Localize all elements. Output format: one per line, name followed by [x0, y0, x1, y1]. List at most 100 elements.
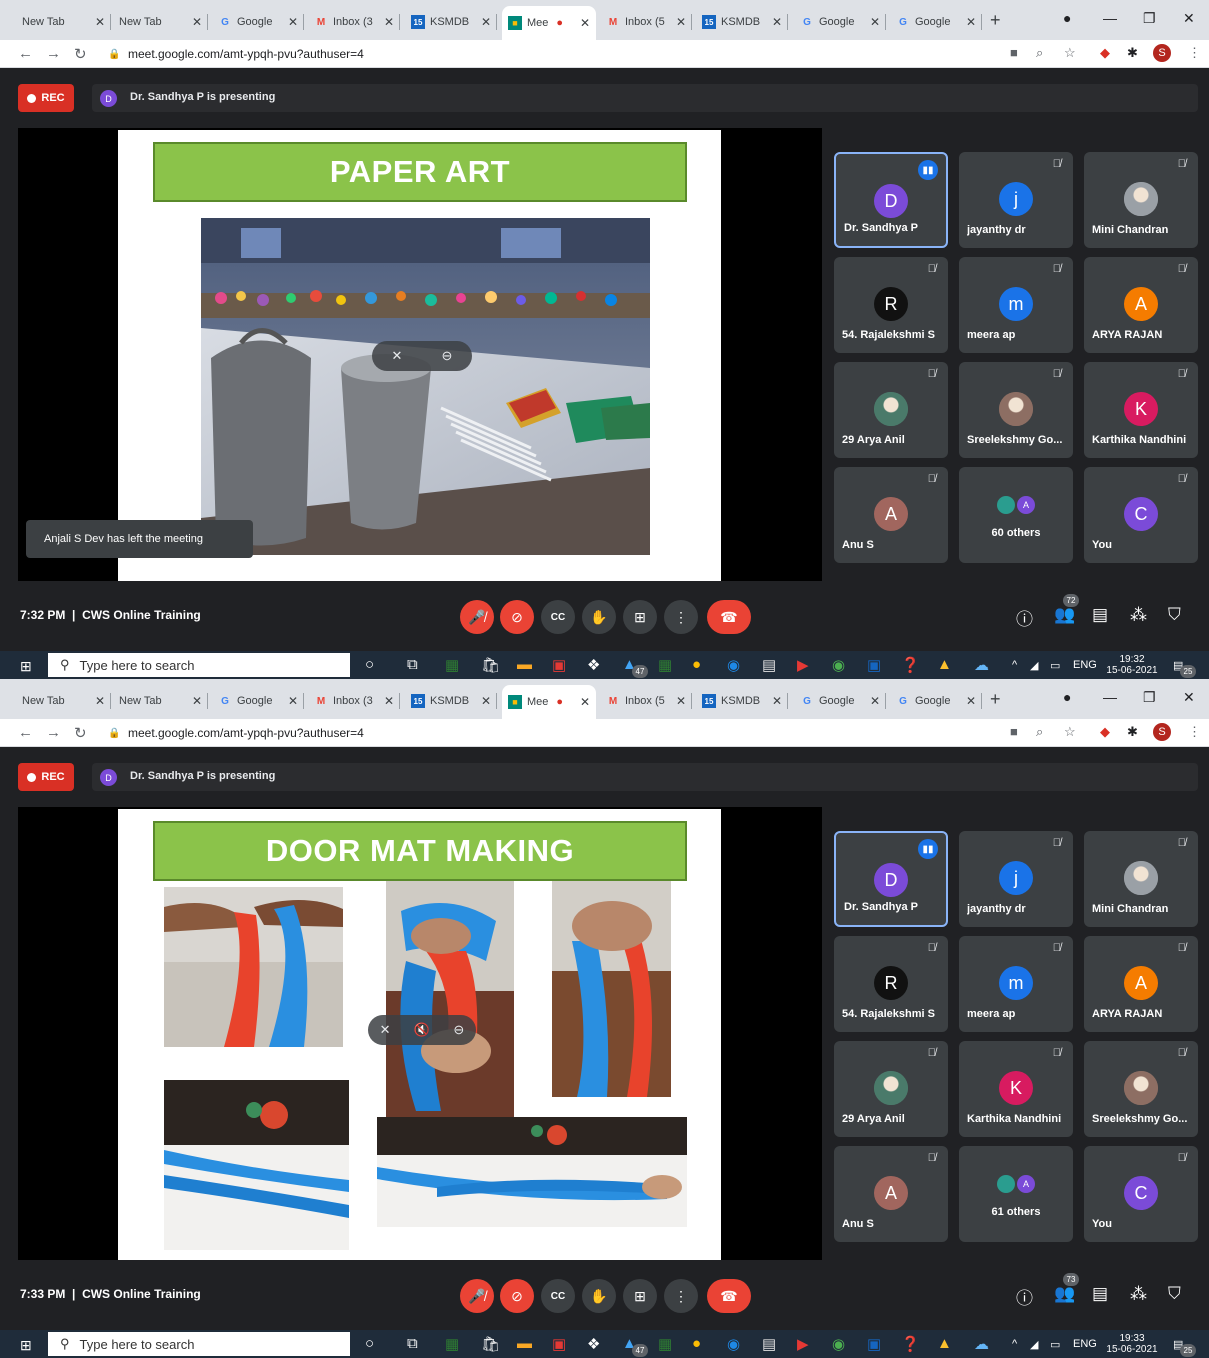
participant-tile[interactable]: ▮▮ D Dr. Sandhya P — [834, 831, 948, 927]
participant-tile[interactable]: 🎙̸ m meera ap — [959, 257, 1073, 353]
youtube-icon[interactable]: ▶ — [797, 1335, 809, 1353]
participant-tile[interactable]: 🎙̸ K Karthika Nandhini — [1084, 362, 1198, 458]
cortana-icon[interactable]: ○ — [365, 1335, 374, 1352]
excel-icon[interactable]: ▦ — [445, 656, 459, 674]
more-options-button[interactable]: ⋮ — [664, 600, 698, 634]
zoom-icon[interactable]: ⌕ — [1036, 45, 1043, 61]
taskbar-search-box[interactable]: ⚲ Type here to search — [48, 1332, 350, 1356]
browser-tab[interactable]: G Google ✕ — [212, 687, 304, 715]
dropbox-icon[interactable]: ❖ — [587, 1335, 600, 1353]
calculator-icon[interactable]: ▤ — [762, 656, 776, 674]
close-icon[interactable]: ✕ — [192, 694, 202, 708]
participant-tile[interactable]: 🎙̸ K Karthika Nandhini — [959, 1041, 1073, 1137]
pin-icon[interactable]: ✕ — [392, 348, 403, 364]
participant-tile[interactable]: 🎙̸ A Anu S — [834, 1146, 948, 1242]
camera-toggle-button[interactable]: ⊘ — [500, 600, 534, 634]
forward-icon[interactable]: → — [46, 45, 61, 62]
browser-tab[interactable]: G Google ✕ — [890, 8, 982, 36]
pin-icon[interactable]: ✕ — [380, 1022, 391, 1038]
youtube-icon[interactable]: ▶ — [797, 656, 809, 674]
close-icon[interactable]: ✕ — [966, 694, 976, 708]
browser-tab[interactable]: G Google ✕ — [212, 8, 304, 36]
close-icon[interactable]: ✕ — [95, 15, 105, 29]
tray-chevron-icon[interactable]: ^ — [1012, 659, 1017, 671]
mic-toggle-button[interactable]: 🎤̸ — [460, 600, 494, 634]
new-tab-button[interactable]: + — [990, 689, 1001, 710]
leave-call-button[interactable]: ☎ — [707, 600, 751, 634]
present-button[interactable]: ⊞ — [623, 600, 657, 634]
participant-tile[interactable]: 🎙̸ 29 Arya Anil — [834, 1041, 948, 1137]
spreadsheet-icon[interactable]: ▦ — [658, 656, 672, 674]
close-icon[interactable]: ✕ — [580, 695, 590, 709]
puzzle-icon[interactable]: ✱ — [1127, 724, 1138, 740]
drive-icon[interactable]: ▲ — [937, 1335, 952, 1352]
browser-tab[interactable]: New Tab ✕ — [16, 8, 111, 36]
participant-tile[interactable]: 🎙̸ C You — [1084, 467, 1198, 563]
puzzle-icon[interactable]: ✱ — [1127, 45, 1138, 61]
weather-icon[interactable]: ☁ — [974, 656, 989, 674]
tab-search-icon[interactable]: ● — [1063, 10, 1071, 26]
browser-tab[interactable]: New Tab ✕ — [16, 687, 111, 715]
people-icon[interactable]: 👥 — [1054, 605, 1075, 625]
participant-tile[interactable]: 🎙̸ j jayanthy dr — [959, 152, 1073, 248]
mute-icon[interactable]: 🔇 — [414, 1022, 430, 1038]
participant-tile[interactable]: 🎙̸ Mini Chandran — [1084, 831, 1198, 927]
pin-controls[interactable]: ✕ ⊖ — [372, 341, 472, 371]
close-icon[interactable]: ✕ — [772, 694, 782, 708]
drive-icon[interactable]: ▲ — [937, 656, 952, 673]
close-icon[interactable]: ✕ — [192, 15, 202, 29]
close-window-button[interactable]: ✕ — [1183, 10, 1195, 27]
close-icon[interactable]: ✕ — [288, 694, 298, 708]
calculator-icon[interactable]: ▤ — [762, 1335, 776, 1353]
participant-tile[interactable]: 🎙̸ Sreelekshmy Go... — [959, 362, 1073, 458]
taskbar-clock[interactable]: 19:32 15-06-2021 — [1104, 654, 1160, 676]
host-controls-icon[interactable]: ⛉ — [1168, 1284, 1181, 1304]
task-view-icon[interactable]: ⧉ — [407, 1335, 418, 1352]
chrome-icon[interactable]: ◉ — [832, 656, 845, 674]
browser-tab[interactable]: New Tab ✕ — [113, 687, 208, 715]
powerpoint-icon[interactable]: ▣ — [552, 656, 566, 674]
camera-toggle-button[interactable]: ⊘ — [500, 1279, 534, 1313]
participant-tile[interactable]: 🎙̸ A ARYA RAJAN — [1084, 936, 1198, 1032]
close-icon[interactable]: ✕ — [95, 694, 105, 708]
participant-tile[interactable]: 🎙̸ Mini Chandran — [1084, 152, 1198, 248]
browser-tab[interactable]: M Inbox (3 ✕ — [308, 8, 400, 36]
language-indicator[interactable]: ENG — [1073, 659, 1097, 671]
powerpoint-icon[interactable]: ▣ — [552, 1335, 566, 1353]
close-icon[interactable]: ✕ — [384, 694, 394, 708]
close-icon[interactable]: ✕ — [580, 16, 590, 30]
captions-button[interactable]: CC — [541, 1279, 575, 1313]
participant-tile[interactable]: 🎙̸ A ARYA RAJAN — [1084, 257, 1198, 353]
cortana-icon[interactable]: ○ — [365, 656, 374, 673]
participant-tile[interactable]: 🎙̸ Sreelekshmy Go... — [1084, 1041, 1198, 1137]
close-icon[interactable]: ✕ — [676, 15, 686, 29]
back-icon[interactable]: ← — [18, 45, 33, 62]
remove-icon[interactable]: ⊖ — [453, 1022, 464, 1038]
edge-icon[interactable]: ◉ — [727, 656, 740, 674]
leave-call-button[interactable]: ☎ — [707, 1279, 751, 1313]
windows-start-icon[interactable]: ⊞ — [20, 1337, 32, 1354]
chat-icon[interactable]: ▤ — [1092, 605, 1108, 625]
url-field[interactable]: 🔒 meet.google.com/amt-ypqh-pvu?authuser=4 — [108, 44, 988, 64]
minimize-button[interactable]: — — [1103, 689, 1117, 705]
extension-icon[interactable]: ◆ — [1100, 724, 1110, 740]
minimize-button[interactable]: — — [1103, 10, 1117, 26]
participant-tile[interactable]: 🎙̸ 29 Arya Anil — [834, 362, 948, 458]
close-icon[interactable]: ✕ — [676, 694, 686, 708]
reload-icon[interactable]: ↻ — [74, 724, 87, 742]
participant-tile[interactable]: 🎙̸ R 54. Rajalekshmi S — [834, 936, 948, 1032]
chrome-canary-icon[interactable]: ● — [692, 656, 701, 673]
store-icon[interactable]: 🛍 — [481, 656, 500, 674]
browser-tab[interactable]: 15 KSMDB ✕ — [696, 687, 788, 715]
restore-button[interactable]: ❐ — [1143, 689, 1156, 706]
close-icon[interactable]: ✕ — [870, 15, 880, 29]
file-explorer-icon[interactable]: ▬ — [517, 656, 532, 673]
activities-icon[interactable]: ⁂ — [1130, 1284, 1147, 1304]
forward-icon[interactable]: → — [46, 724, 61, 741]
browser-tab[interactable]: G Google ✕ — [890, 687, 982, 715]
chrome-canary-icon[interactable]: ● — [692, 1335, 701, 1352]
word-icon[interactable]: ▣ — [867, 656, 881, 674]
spreadsheet-icon[interactable]: ▦ — [658, 1335, 672, 1353]
bookmark-star-icon[interactable]: ☆ — [1064, 45, 1076, 61]
close-icon[interactable]: ✕ — [870, 694, 880, 708]
